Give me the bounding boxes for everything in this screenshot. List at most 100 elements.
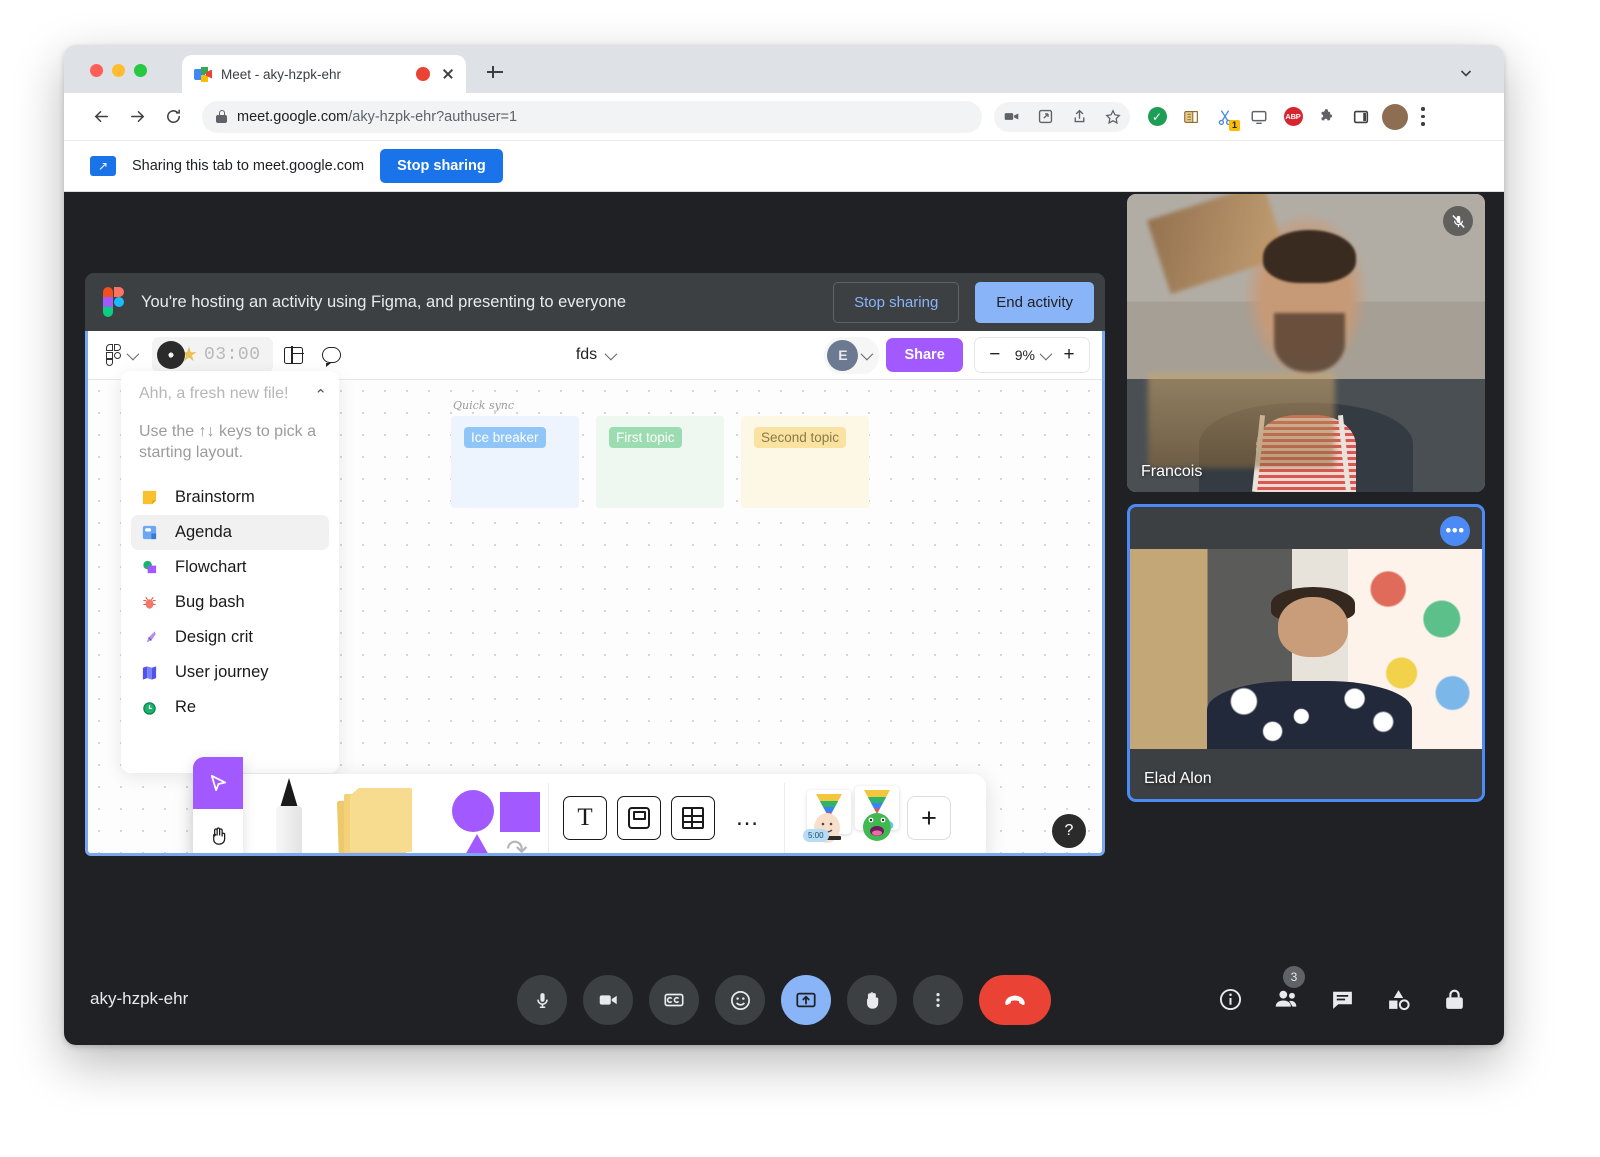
present-button[interactable]: [781, 975, 831, 1025]
maximize-window-button[interactable]: [134, 64, 147, 77]
board-label: Quick sync: [453, 399, 514, 412]
notebook-extension-icon[interactable]: [1174, 102, 1208, 132]
tab-strip: Meet - aky-hzpk-ehr: [64, 45, 1504, 93]
pen-icon: [141, 629, 161, 646]
forward-arrow-icon[interactable]: [122, 102, 152, 132]
share-icon[interactable]: [1062, 102, 1096, 132]
puzzle-extensions-icon[interactable]: [1310, 102, 1344, 132]
more-tools-button[interactable]: …: [725, 804, 770, 832]
mic-off-icon: [1443, 206, 1473, 236]
comment-bubble-icon[interactable]: [315, 338, 349, 372]
green-check-extension-icon[interactable]: ✓: [1140, 102, 1174, 132]
layout-item-retro[interactable]: Re: [131, 690, 329, 725]
layout-item-brainstorm[interactable]: Brainstorm: [131, 480, 329, 515]
sticker-green-monster[interactable]: [855, 786, 899, 830]
layout-item-label: Design crit: [175, 628, 253, 647]
help-button[interactable]: ?: [1052, 814, 1086, 848]
figma-logo-icon: [106, 344, 122, 366]
cursor-tool[interactable]: [193, 757, 243, 809]
layout-item-agenda[interactable]: Agenda: [131, 515, 329, 550]
captions-button[interactable]: [649, 975, 699, 1025]
star-icon[interactable]: [1096, 102, 1130, 132]
figma-file-name[interactable]: fds: [525, 346, 665, 364]
browser-tab[interactable]: Meet - aky-hzpk-ehr: [182, 55, 466, 93]
raise-hand-button[interactable]: [847, 975, 897, 1025]
text-tool[interactable]: T: [563, 796, 607, 840]
timer-widget[interactable]: ★ 03:00: [152, 337, 273, 373]
layout-item-bug-bash[interactable]: Bug bash: [131, 585, 329, 620]
chevron-down-icon[interactable]: [1458, 65, 1474, 81]
three-dot-icon[interactable]: •••: [1440, 516, 1470, 546]
chat-button[interactable]: [1328, 985, 1356, 1013]
abp-extension-icon[interactable]: ABP: [1276, 102, 1310, 132]
camera-button[interactable]: [583, 975, 633, 1025]
figma-main-menu-button[interactable]: [100, 338, 142, 372]
minimize-window-button[interactable]: [112, 64, 125, 77]
figma-collaborators[interactable]: E: [824, 337, 879, 374]
hand-tool[interactable]: [193, 809, 243, 856]
people-button[interactable]: 3: [1272, 985, 1300, 1013]
sticky-note-tool[interactable]: [338, 786, 420, 856]
layout-item-label: Agenda: [175, 523, 232, 542]
agenda-icon: [141, 524, 161, 541]
meet-app: You're hosting an activity using Figma, …: [64, 192, 1504, 1045]
open-external-icon[interactable]: [1028, 102, 1062, 132]
canvas-column[interactable]: Second topic: [741, 416, 869, 508]
timer-value: 03:00: [204, 345, 261, 365]
leave-call-button[interactable]: [979, 975, 1051, 1025]
microphone-button[interactable]: [517, 975, 567, 1025]
figma-share-button[interactable]: Share: [886, 338, 962, 372]
close-window-button[interactable]: [90, 64, 103, 77]
more-options-button[interactable]: [913, 975, 963, 1025]
host-controls-button[interactable]: [1440, 985, 1468, 1013]
figma-logo-icon: [103, 287, 125, 317]
stop-sharing-button[interactable]: Stop sharing: [380, 149, 503, 183]
video-camera-icon[interactable]: [994, 102, 1028, 132]
layout-item-flowchart[interactable]: Flowchart: [131, 550, 329, 585]
zoom-controls: − 9% +: [974, 337, 1090, 373]
sticker-party-face[interactable]: 5:00: [807, 790, 851, 834]
scissors-extension-icon[interactable]: 1: [1208, 102, 1242, 132]
url-text: meet.google.com/aky-hzpk-ehr?authuser=1: [237, 109, 517, 125]
back-arrow-icon[interactable]: [86, 102, 116, 132]
record-dot-icon[interactable]: [416, 67, 430, 81]
layout-item-user-journey[interactable]: User journey: [131, 655, 329, 690]
minus-icon[interactable]: −: [981, 341, 1009, 369]
cast-screen-icon[interactable]: [1242, 102, 1276, 132]
avatar: E: [827, 340, 858, 371]
shapes-tool[interactable]: ↷: [448, 786, 538, 856]
bug-icon: [141, 594, 161, 611]
activities-button[interactable]: [1384, 985, 1412, 1013]
layout-grid-icon[interactable]: [277, 338, 311, 372]
side-panel-icon[interactable]: [1344, 102, 1378, 132]
canvas-column[interactable]: Ice breaker: [451, 416, 579, 508]
participant-video: [1127, 194, 1485, 492]
participant-tile-elad-alon[interactable]: ••• Elad Alon: [1127, 504, 1485, 802]
table-tool[interactable]: [671, 796, 715, 840]
three-dot-menu-icon[interactable]: [1412, 106, 1434, 128]
reactions-button[interactable]: [715, 975, 765, 1025]
participant-tile-francois[interactable]: Francois: [1127, 194, 1485, 492]
stop-sharing-activity-button[interactable]: Stop sharing: [833, 282, 959, 323]
omnibox[interactable]: meet.google.com/aky-hzpk-ehr?authuser=1: [202, 101, 982, 133]
layout-panel-subtitle: Use the ↑↓ keys to pick a starting layou…: [121, 403, 339, 474]
url-domain: meet.google.com: [237, 109, 348, 125]
chevron-down-icon: [1040, 347, 1053, 360]
cursor-tool-stack[interactable]: [193, 757, 243, 856]
avatar[interactable]: [1378, 102, 1412, 132]
zoom-level[interactable]: 9%: [1011, 347, 1053, 363]
canvas-column[interactable]: First topic: [596, 416, 724, 508]
meeting-details-button[interactable]: [1216, 985, 1244, 1013]
section-tool[interactable]: [617, 796, 661, 840]
plus-icon[interactable]: +: [1055, 341, 1083, 369]
figjam-canvas[interactable]: Ahh, a fresh new file! ⌃ Use the ↑↓ keys…: [88, 380, 1102, 856]
window-controls[interactable]: [90, 64, 147, 77]
chevron-up-icon[interactable]: ⌃: [314, 386, 327, 404]
end-activity-button[interactable]: End activity: [975, 282, 1094, 323]
reload-icon[interactable]: [158, 102, 188, 132]
close-icon[interactable]: [439, 65, 457, 83]
layout-item-design-crit[interactable]: Design crit: [131, 620, 329, 655]
pen-tool[interactable]: [271, 770, 307, 856]
add-widget-button[interactable]: +: [907, 796, 951, 840]
new-tab-button[interactable]: [484, 61, 506, 83]
